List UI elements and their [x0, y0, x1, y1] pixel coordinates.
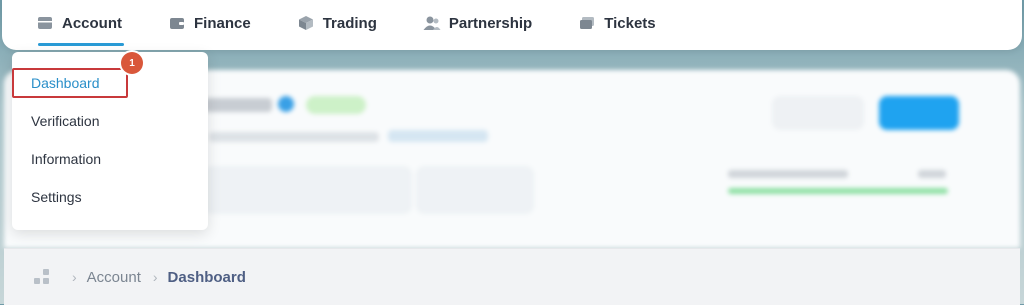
breadcrumb-parent[interactable]: Account	[87, 269, 141, 286]
menu-item-verification[interactable]: Verification	[31, 113, 99, 129]
active-tab-indicator	[38, 43, 124, 46]
home-icon[interactable]	[34, 269, 50, 285]
nav-item-label: Partnership	[448, 14, 533, 32]
chevron-right-icon: ›	[152, 269, 158, 285]
chevron-right-icon: ›	[72, 269, 77, 285]
ticket-icon	[578, 14, 596, 32]
nav-item-label: Account	[62, 14, 122, 32]
nav-item-trading[interactable]: Trading	[297, 0, 377, 46]
users-icon	[423, 14, 441, 32]
nav-item-label: Trading	[322, 14, 377, 32]
breadcrumb-current: Dashboard	[167, 268, 246, 286]
nav-item-tickets[interactable]: Tickets	[578, 0, 656, 46]
main-nav: Account Finance Trading Partnership Tick…	[36, 0, 702, 50]
nav-item-label: Finance	[194, 14, 251, 32]
menu-item-information[interactable]: Information	[31, 151, 101, 167]
cube-icon	[297, 14, 315, 32]
nav-item-account[interactable]: Account	[36, 0, 124, 46]
nav-item-label: Tickets	[604, 14, 656, 32]
breadcrumb: › Account › Dashboard	[4, 248, 1020, 305]
wallet-icon	[168, 14, 186, 32]
step-badge: 1	[121, 52, 143, 74]
account-icon	[36, 14, 54, 32]
menu-item-settings[interactable]: Settings	[31, 189, 82, 205]
top-navigation-bar: Account Finance Trading Partnership Tick…	[2, 0, 1022, 50]
highlight-box	[12, 68, 128, 98]
nav-item-finance[interactable]: Finance	[168, 0, 251, 46]
nav-item-partnership[interactable]: Partnership	[423, 0, 532, 46]
